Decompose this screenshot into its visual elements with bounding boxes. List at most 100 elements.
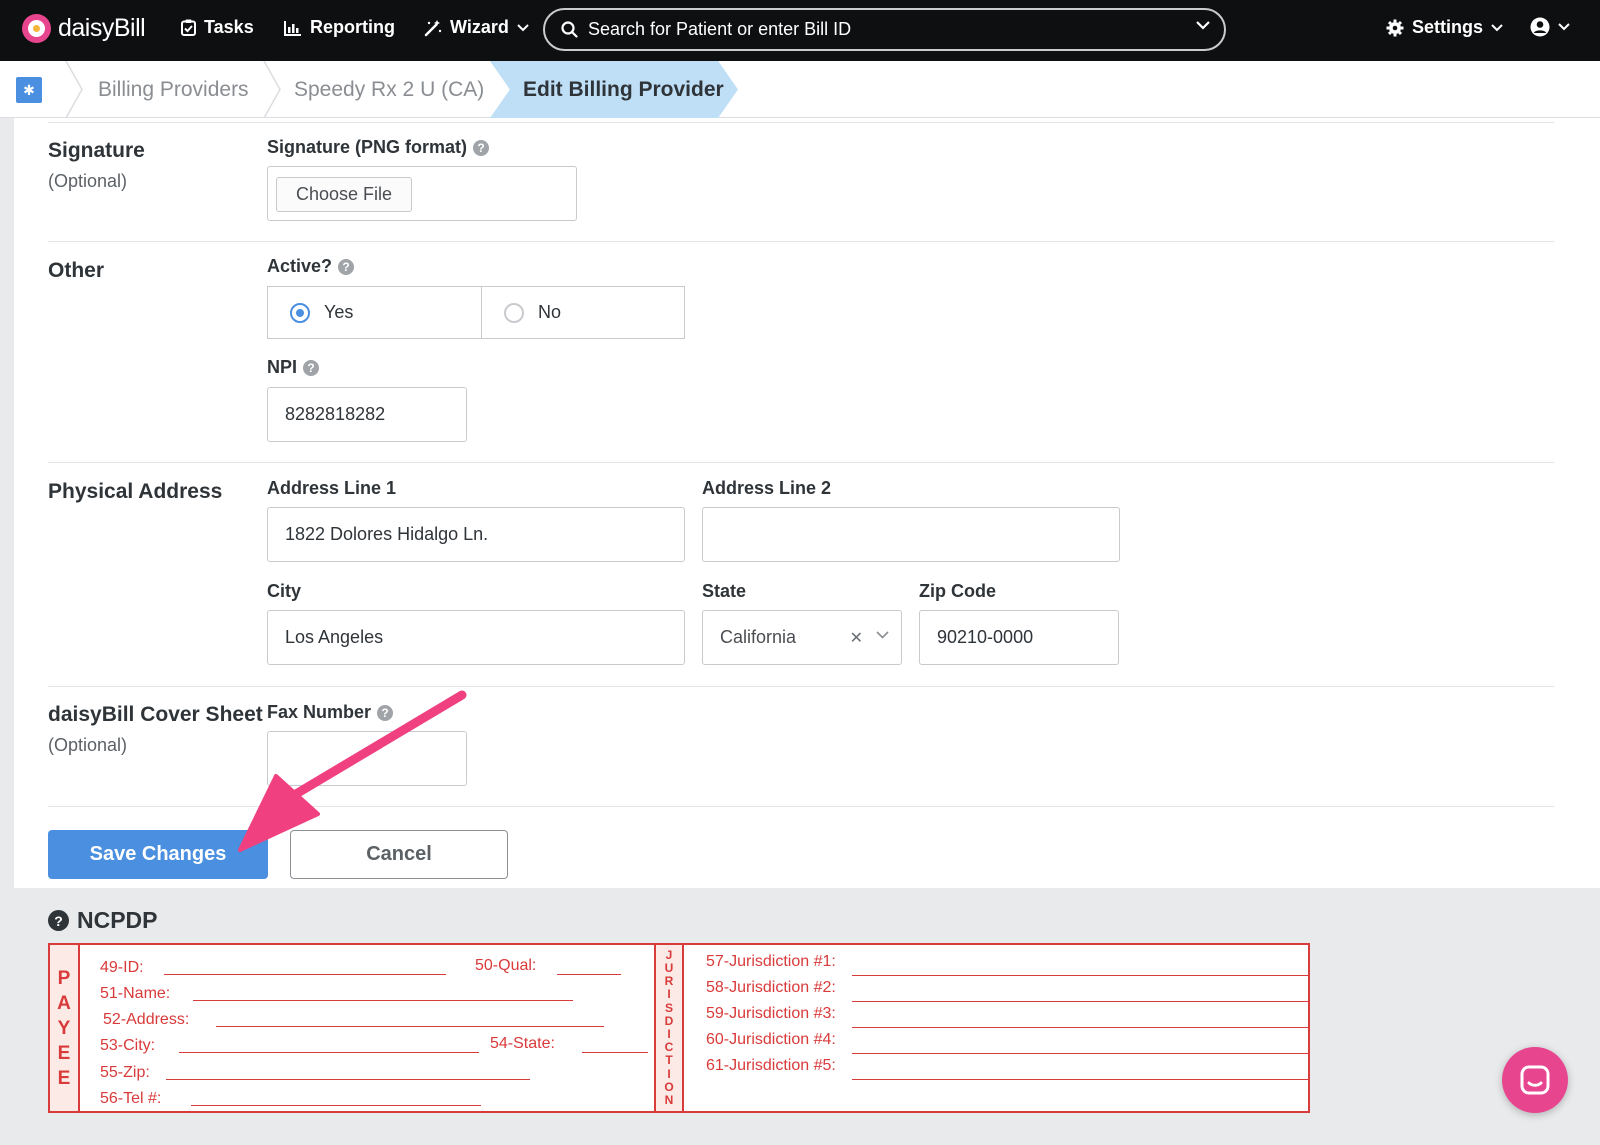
help-icon[interactable]: ? (377, 704, 394, 721)
state-select[interactable]: California ✕ (702, 610, 902, 665)
npi-input-value: 8282818282 (285, 404, 386, 424)
signature-field-label-text: Signature (PNG format) (267, 137, 468, 157)
section-divider (48, 462, 1554, 463)
nav-wizard-dropdown[interactable]: Wizard (424, 17, 529, 38)
zip-label-text: Zip Code (919, 581, 996, 601)
gear-icon (1386, 19, 1404, 36)
zip-label: Zip Code (919, 581, 996, 602)
form-line (852, 1001, 1308, 1002)
help-icon[interactable]: ? (338, 258, 355, 275)
field-49-id: 49-ID: (100, 959, 144, 976)
field-53-city: 53-City: (100, 1037, 156, 1054)
zip-value: 90210-0000 (937, 627, 1034, 647)
fax-number-label: Fax Number ? (267, 702, 394, 723)
search-placeholder: Search for Patient or enter Bill ID (588, 19, 852, 39)
zip-input[interactable]: 90210-0000 (919, 610, 1119, 665)
form-line (193, 1000, 573, 1001)
active-yes-label: Yes (324, 302, 354, 322)
cover-sheet-section-title: daisyBill Cover Sheet (48, 703, 263, 726)
user-menu-dropdown[interactable] (1530, 17, 1570, 37)
chat-widget-button[interactable] (1502, 1047, 1568, 1113)
address-line1-value: 1822 Dolores Hidalgo Ln. (285, 524, 489, 544)
clear-icon[interactable]: ✕ (850, 628, 863, 648)
payee-vertical-label: P A Y E E (50, 945, 80, 1111)
form-line (852, 1053, 1308, 1054)
nav-settings-dropdown[interactable]: Settings (1386, 17, 1503, 38)
field-58-jurisdiction-2: 58-Jurisdiction #2: (706, 979, 836, 996)
cancel-button[interactable]: Cancel (290, 830, 508, 879)
field-60-jurisdiction-4: 60-Jurisdiction #4: (706, 1031, 836, 1048)
npi-field-label: NPI ? (267, 357, 320, 378)
breadcrumb-separator (65, 61, 83, 118)
chat-icon (1520, 1065, 1550, 1095)
active-field-label-text: Active? (267, 256, 333, 276)
ncpdp-form-preview: P A Y E E 49-ID: 50-Qual: 51-Name: 52-Ad… (48, 943, 1310, 1113)
address-line1-label: Address Line 1 (267, 478, 396, 499)
help-icon[interactable]: ? (473, 139, 490, 156)
other-section-title: Other (48, 259, 105, 282)
search-chevron-down-icon[interactable] (1196, 21, 1210, 30)
state-label: State (702, 581, 746, 602)
form-line (852, 1079, 1308, 1080)
signature-field-label: Signature (PNG format) ? (267, 137, 490, 158)
address-line1-input[interactable]: 1822 Dolores Hidalgo Ln. (267, 507, 685, 562)
breadcrumb-billing-providers[interactable]: Billing Providers (98, 78, 249, 102)
field-59-jurisdiction-3: 59-Jurisdiction #3: (706, 1005, 836, 1022)
jurisdiction-letter: S (664, 1000, 673, 1015)
jurisdiction-letter: T (665, 1053, 673, 1068)
field-56-tel: 56-Tel #: (100, 1090, 162, 1107)
payee-letter: P (57, 967, 71, 989)
question-circle-icon[interactable]: ? (48, 910, 69, 931)
nav-wizard-label: Wizard (450, 17, 509, 37)
form-line (852, 975, 1308, 976)
npi-input[interactable]: 8282818282 (267, 387, 467, 442)
signature-optional-label: (Optional) (48, 171, 128, 191)
breadcrumb-speedy-rx[interactable]: Speedy Rx 2 U (CA) (294, 78, 484, 102)
city-input[interactable]: Los Angeles (267, 610, 685, 665)
active-field-label: Active? ? (267, 256, 355, 277)
section-divider (48, 122, 1554, 123)
form-line (557, 974, 621, 975)
address-line2-label: Address Line 2 (702, 478, 831, 499)
active-yes-radio[interactable]: Yes (267, 286, 482, 339)
nav-tasks[interactable]: Tasks (181, 17, 254, 38)
fax-number-input[interactable] (267, 731, 467, 786)
nav-reporting[interactable]: Reporting (284, 17, 395, 38)
form-line (216, 1026, 604, 1027)
radio-selected-icon (290, 302, 310, 323)
patient-search-input[interactable]: Search for Patient or enter Bill ID (543, 8, 1226, 51)
cover-sheet-optional-label: (Optional) (48, 735, 128, 755)
help-icon[interactable]: ? (303, 359, 320, 376)
jurisdiction-vertical-label: J U R I S D I C T I O N (654, 945, 684, 1111)
nav-tasks-label: Tasks (204, 17, 254, 37)
brand-name: daisyBill (58, 14, 146, 42)
city-label: City (267, 581, 301, 602)
sidebar-toggle-icon[interactable]: ✱ (16, 77, 42, 103)
daisybill-logo[interactable]: daisyBill (22, 14, 146, 43)
active-no-radio[interactable]: No (481, 286, 685, 339)
edit-form-card (14, 118, 1600, 888)
fax-number-label-text: Fax Number (267, 702, 372, 722)
field-57-jurisdiction-1: 57-Jurisdiction #1: (706, 953, 836, 970)
payee-letter: A (57, 992, 71, 1014)
save-changes-button[interactable]: Save Changes (48, 830, 268, 879)
signature-file-input[interactable]: Choose File (267, 166, 577, 221)
form-line (191, 1105, 481, 1106)
ncpdp-section-title: ? NCPDP (48, 907, 158, 934)
bar-chart-icon (284, 20, 301, 36)
top-navbar: daisyBill Tasks Reporting Wizard Search … (0, 0, 1600, 61)
field-51-name: 51-Name: (100, 985, 171, 1002)
radio-unselected-icon (504, 302, 524, 323)
clipboard-check-icon (181, 19, 196, 36)
signature-section-title: Signature (48, 139, 145, 162)
payee-letter: E (57, 1067, 71, 1089)
form-line (179, 1052, 479, 1053)
address-line2-input[interactable] (702, 507, 1120, 562)
ncpdp-title-text: NCPDP (77, 907, 158, 933)
breadcrumb-edit-billing-provider: Edit Billing Provider (523, 78, 724, 101)
chevron-down-icon (1558, 23, 1570, 31)
search-icon (561, 21, 578, 38)
choose-file-button[interactable]: Choose File (276, 177, 412, 212)
chevron-down-icon[interactable] (876, 631, 889, 639)
form-line (582, 1052, 648, 1053)
